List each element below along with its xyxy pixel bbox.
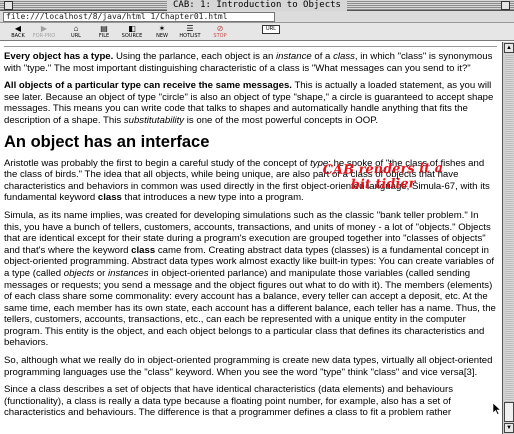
body-text: So, although what we really do in object… — [4, 355, 493, 378]
mouse-cursor-icon — [493, 403, 501, 415]
back-button[interactable]: ◀ BACK — [6, 24, 30, 40]
url-box-button[interactable]: URL — [262, 25, 280, 34]
vertical-scrollbar[interactable]: ▲ ▼ — [502, 42, 514, 434]
zoom-box[interactable] — [501, 1, 510, 10]
keyword-text: class — [97, 192, 122, 204]
title-bar[interactable]: CAB: 1: Introduction to Objects — [0, 0, 514, 11]
keyword-text: class — [131, 244, 156, 256]
section-heading: An object has an interface — [4, 132, 210, 151]
forward-button[interactable]: ▶ FOR-PRO — [32, 24, 56, 40]
lead-text: All objects of a particular type can rec… — [4, 80, 292, 92]
back-arrow-icon: ◀ — [14, 24, 22, 33]
paragraph-every-object: Every object has a type. Using the parla… — [4, 51, 497, 74]
file-button[interactable]: ▤ FILE — [92, 24, 116, 40]
source-button[interactable]: ◧ SOURCE — [120, 24, 144, 40]
body-text: is one of the most powerful concepts in … — [184, 114, 379, 126]
new-window-icon: ✶ — [158, 24, 166, 33]
hotlist-button[interactable]: ☰ HOTLIST — [178, 24, 202, 40]
page-content: Every object has a type. Using the parla… — [0, 42, 502, 434]
handwritten-annotation: CAB renders it a bit tidier — [322, 160, 444, 193]
forward-arrow-icon: ▶ — [40, 24, 48, 33]
hotlist-icon: ☰ — [186, 24, 194, 33]
scroll-track[interactable] — [505, 54, 513, 422]
lead-text: Every object has a type. — [4, 51, 114, 62]
paragraph-same-messages: All objects of a particular type can rec… — [4, 80, 497, 126]
body-text: Aristotle was probably the first to begi… — [4, 157, 311, 169]
body-text: in object-oriented parlance) and manipul… — [4, 267, 496, 349]
url-field[interactable]: file:///localhost/8/java/html 1/Chapter0… — [3, 12, 275, 22]
scroll-down-arrow-icon[interactable]: ▼ — [504, 423, 514, 433]
paragraph-class-keyword: So, although what we really do in object… — [4, 355, 497, 378]
scroll-up-arrow-icon[interactable]: ▲ — [504, 43, 514, 53]
stop-icon: ⊘ — [216, 24, 224, 33]
file-icon: ▤ — [100, 24, 108, 33]
body-text: or — [94, 267, 109, 279]
body-text: Using the parlance, each object is an — [113, 51, 276, 62]
close-box[interactable] — [4, 1, 13, 10]
toolbar: ◀ BACK ▶ FOR-PRO ⌂ URL ▤ FILE ◧ SOURCE ✶… — [0, 23, 514, 41]
body-text: that introduces a new type into a progra… — [121, 192, 304, 204]
scroll-thumb[interactable] — [504, 402, 514, 422]
new-button[interactable]: ✶ NEW — [150, 24, 174, 40]
emphasis-text: class — [333, 51, 355, 62]
paragraph-simula: Simula, as its name implies, was created… — [4, 210, 497, 349]
source-icon: ◧ — [128, 24, 136, 33]
emphasis-text: instance — [275, 51, 312, 62]
emphasis-text: substitutability — [123, 114, 185, 126]
window-title: CAB: 1: Introduction to Objects — [167, 0, 347, 11]
stop-button[interactable]: ⊘ STOP — [208, 24, 232, 40]
paragraph-class-describes: Since a class describes a set of objects… — [4, 384, 497, 419]
body-text: of a — [311, 51, 334, 62]
divider — [4, 46, 497, 47]
url-button[interactable]: ⌂ URL — [64, 24, 88, 40]
body-text: Since a class describes a set of objects… — [4, 384, 454, 419]
address-bar: file:///localhost/8/java/html 1/Chapter0… — [0, 11, 514, 23]
emphasis-text: objects — [63, 267, 95, 279]
emphasis-text: instances — [108, 267, 149, 279]
url-icon: ⌂ — [73, 24, 79, 33]
